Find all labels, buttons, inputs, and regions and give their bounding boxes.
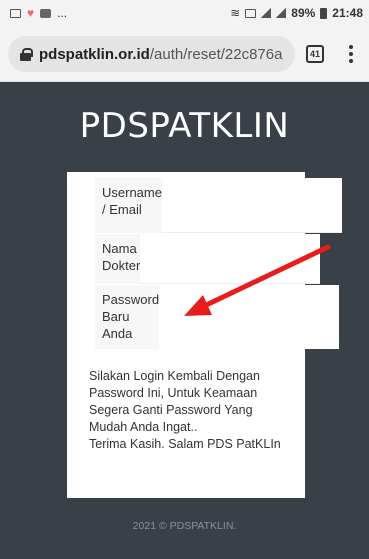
message-line: Silakan Login Kembali Dengan (89, 369, 260, 383)
signal-2-icon (276, 8, 287, 18)
status-right: ≋ 89% 21:48 (230, 6, 363, 20)
battery-percent: 89% (291, 6, 316, 20)
heart-icon: ♥ (27, 6, 35, 20)
gallery-icon (10, 8, 21, 18)
doctor-name-row: Nama Dokter (95, 234, 321, 284)
tab-switcher-button[interactable]: 41 (306, 45, 324, 63)
new-password-field[interactable] (159, 285, 340, 349)
status-more: ... (57, 6, 68, 20)
overflow-menu-icon[interactable] (344, 43, 358, 65)
new-password-row: Password Baru Anda (95, 285, 340, 349)
address-bar[interactable]: pdspatklin.or.id/auth/reset/22c876a (8, 36, 295, 72)
username-field[interactable] (161, 178, 342, 233)
message-line: Terima Kasih. Salam PDS PatKLIn (89, 437, 281, 451)
wifi-icon: ≋ (230, 6, 241, 20)
page-content: PDSPATKLIN Username / Email Nama Dokter … (0, 82, 369, 559)
message-line: Password Ini, Untuk Keamaan (89, 386, 258, 400)
status-bar: ♥ ... ≋ 89% 21:48 (0, 0, 369, 26)
page-footer: 2021 © PDSPATKLIN. (132, 520, 237, 532)
username-label: Username / Email (95, 178, 162, 233)
username-row: Username / Email (95, 178, 342, 233)
doctor-name-label: Nama Dokter (95, 234, 140, 284)
browser-toolbar: pdspatklin.or.id/auth/reset/22c876a 41 (0, 26, 369, 82)
doctor-name-field[interactable] (140, 234, 321, 284)
message-line: Segera Ganti Password Yang (89, 403, 253, 417)
sim-icon (245, 8, 257, 18)
new-password-label: Password Baru Anda (95, 285, 160, 349)
url-path: /auth/reset/22c876a (149, 45, 283, 63)
url-host: pdspatklin.or.id (39, 45, 150, 63)
reset-form-card: Username / Email Nama Dokter Password Ba… (67, 172, 342, 498)
message-line: Mudah Anda Ingat.. (89, 420, 198, 434)
status-left: ♥ ... (10, 6, 67, 20)
battery-icon (320, 7, 328, 19)
clock: 21:48 (332, 6, 363, 20)
info-message: Silakan Login Kembali Dengan Password In… (89, 368, 299, 453)
site-title: PDSPATKLIN (79, 106, 290, 146)
signal-icon (261, 8, 272, 18)
message-icon (40, 8, 52, 18)
lock-icon[interactable] (20, 47, 33, 61)
